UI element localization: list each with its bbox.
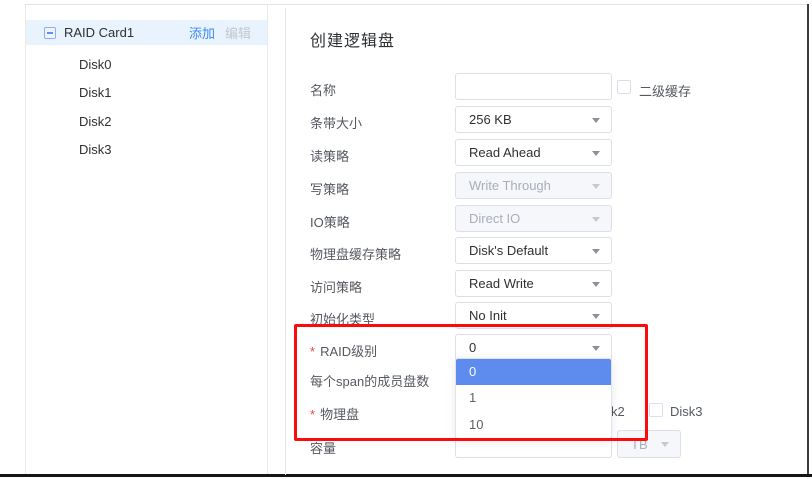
io-policy-value: Direct IO bbox=[469, 211, 520, 226]
physical-disk-label: *物理盘 bbox=[310, 404, 359, 423]
read-policy-select[interactable]: Read Ahead bbox=[455, 139, 612, 166]
add-link[interactable]: 添加 bbox=[189, 23, 215, 42]
stripe-size-value: 256 KB bbox=[469, 112, 512, 127]
dropdown-arrow-icon bbox=[592, 249, 600, 254]
secondary-cache-checkbox[interactable] bbox=[617, 80, 631, 94]
tree-node-raid-card1[interactable]: RAID Card1 添加 编辑 bbox=[26, 20, 267, 45]
access-policy-label: 访问策略 bbox=[310, 277, 362, 296]
raid-level-select[interactable]: 0 bbox=[455, 334, 612, 361]
secondary-cache-label: 二级缓存 bbox=[639, 81, 691, 100]
disk-cache-policy-value: Disk's Default bbox=[469, 243, 548, 258]
io-policy-select: Direct IO bbox=[455, 205, 612, 232]
dropdown-arrow-icon bbox=[592, 151, 600, 156]
required-asterisk: * bbox=[310, 407, 315, 422]
tree-node-actions: 添加 编辑 bbox=[189, 23, 251, 42]
dropdown-arrow-icon bbox=[592, 217, 600, 222]
raid-level-option-0[interactable]: 0 bbox=[456, 359, 611, 385]
read-policy-value: Read Ahead bbox=[469, 145, 541, 160]
dropdown-arrow-icon bbox=[661, 442, 669, 447]
access-policy-select[interactable]: Read Write bbox=[455, 270, 612, 297]
form-panel-left-border bbox=[285, 8, 286, 475]
name-label: 名称 bbox=[310, 80, 336, 99]
disk-cache-policy-label: 物理盘缓存策略 bbox=[310, 244, 401, 263]
page-bottom-border bbox=[0, 474, 812, 477]
tree-node-disk0[interactable]: Disk0 bbox=[79, 58, 112, 72]
required-asterisk: * bbox=[310, 344, 315, 359]
stripe-size-label: 条带大小 bbox=[310, 113, 362, 132]
tree-node-disk2[interactable]: Disk2 bbox=[79, 115, 112, 129]
capacity-unit-value: TB bbox=[631, 437, 648, 452]
raid-level-option-1[interactable]: 1 bbox=[456, 385, 611, 411]
init-type-value: No Init bbox=[469, 308, 507, 323]
capacity-label: 容量 bbox=[310, 438, 336, 457]
collapse-minus-icon[interactable] bbox=[44, 27, 56, 39]
disk-cache-policy-select[interactable]: Disk's Default bbox=[455, 237, 612, 264]
name-input[interactable] bbox=[455, 73, 612, 100]
read-policy-label: 读策略 bbox=[310, 146, 349, 165]
dropdown-arrow-icon bbox=[592, 184, 600, 189]
write-policy-value: Write Through bbox=[469, 178, 551, 193]
capacity-unit-select[interactable]: TB bbox=[617, 430, 681, 458]
raid-level-value: 0 bbox=[469, 340, 476, 355]
access-policy-value: Read Write bbox=[469, 276, 534, 291]
raid-tree-sidebar: RAID Card1 添加 编辑 Disk0 Disk1 Disk2 Disk3 bbox=[25, 5, 268, 474]
form-title: 创建逻辑盘 bbox=[310, 27, 395, 51]
dropdown-arrow-icon bbox=[592, 346, 600, 351]
tree-node-disk1[interactable]: Disk1 bbox=[79, 86, 112, 100]
page-right-border bbox=[807, 4, 809, 475]
edit-link[interactable]: 编辑 bbox=[225, 23, 251, 42]
dropdown-arrow-icon bbox=[592, 314, 600, 319]
write-policy-select: Write Through bbox=[455, 172, 612, 199]
disk3-checkbox-label: Disk3 bbox=[670, 404, 703, 419]
raid-level-label: *RAID级别 bbox=[310, 341, 377, 360]
dropdown-arrow-icon bbox=[592, 118, 600, 123]
init-type-select[interactable]: No Init bbox=[455, 302, 612, 329]
span-members-label: 每个span的成员盘数 bbox=[310, 371, 429, 390]
raid-level-dropdown-panel: 0 1 10 bbox=[455, 358, 612, 439]
dropdown-arrow-icon bbox=[592, 282, 600, 287]
write-policy-label: 写策略 bbox=[310, 179, 349, 198]
stripe-size-select[interactable]: 256 KB bbox=[455, 106, 612, 133]
tree-node-disk3[interactable]: Disk3 bbox=[79, 143, 112, 157]
init-type-label: 初始化类型 bbox=[310, 309, 375, 328]
disk3-checkbox[interactable] bbox=[649, 403, 663, 417]
tree-node-label: RAID Card1 bbox=[64, 25, 134, 40]
io-policy-label: IO策略 bbox=[310, 212, 350, 231]
raid-level-option-10[interactable]: 10 bbox=[456, 412, 611, 438]
disk2-partial-label: k2 bbox=[611, 404, 625, 419]
